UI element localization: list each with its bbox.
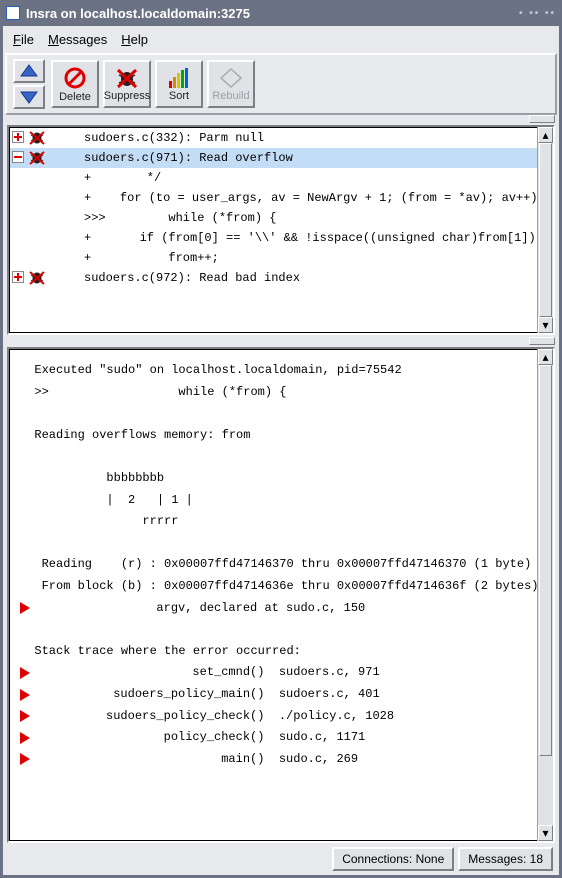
issue-text: sudoers.c(332): Parm null bbox=[84, 131, 264, 145]
messages-label: Messages: bbox=[468, 852, 526, 866]
issue-text: sudoers.c(972): Read bad index bbox=[84, 271, 300, 285]
connections-label: Connections: bbox=[342, 852, 412, 866]
bug-crossed-icon bbox=[28, 150, 46, 166]
statusbar: Connections: None Messages: 18 bbox=[5, 845, 557, 873]
bug-crossed-icon bbox=[115, 67, 139, 89]
source-line: + from++; bbox=[10, 248, 552, 268]
bug-crossed-icon bbox=[28, 270, 46, 286]
delete-button[interactable]: Delete bbox=[51, 60, 99, 108]
bug-crossed-icon bbox=[28, 130, 46, 146]
diamond-icon bbox=[219, 67, 243, 89]
issues-panel: sudoers.c(332): Parm null sudoers.c(971):… bbox=[7, 125, 555, 335]
detail-line: From block (b) : 0x00007ffd4714636e thru… bbox=[20, 576, 546, 598]
detail-line: >> while (*from) { bbox=[20, 382, 546, 404]
detail-line: sudoers_policy_main() sudoers.c, 401 bbox=[20, 684, 546, 706]
issues-scrollbar[interactable]: ▴ ▾ bbox=[537, 127, 553, 333]
nav-up-button[interactable] bbox=[13, 59, 45, 83]
detail-panel: Executed "sudo" on localhost.localdomain… bbox=[7, 347, 555, 843]
nav-down-button[interactable] bbox=[13, 85, 45, 109]
detail-line: set_cmnd() sudoers.c, 971 bbox=[20, 662, 546, 684]
window-controls[interactable]: • •• •• bbox=[519, 8, 556, 19]
arrow-down-icon bbox=[20, 90, 38, 104]
issue-text: sudoers.c(971): Read overflow bbox=[84, 151, 293, 165]
issue-row[interactable]: sudoers.c(971): Read overflow bbox=[10, 148, 552, 168]
scroll-down-icon[interactable]: ▾ bbox=[538, 825, 553, 841]
expand-icon[interactable] bbox=[12, 151, 26, 165]
source-line: + */ bbox=[10, 168, 552, 188]
messages-value: 18 bbox=[530, 852, 543, 866]
menubar: File Messages Help bbox=[5, 28, 557, 53]
expand-icon[interactable] bbox=[12, 271, 26, 285]
bars-icon bbox=[167, 67, 191, 89]
app-icon bbox=[6, 6, 20, 20]
expand-triangle-icon[interactable] bbox=[20, 710, 30, 722]
scroll-down-icon[interactable]: ▾ bbox=[538, 317, 553, 333]
detail-line: main() sudo.c, 269 bbox=[20, 749, 546, 771]
sort-label: Sort bbox=[169, 90, 189, 102]
suppress-label: Suppress bbox=[104, 90, 150, 102]
panel-handle-upper[interactable] bbox=[529, 115, 555, 123]
menu-file[interactable]: File bbox=[13, 32, 34, 47]
scroll-up-icon[interactable]: ▴ bbox=[538, 127, 553, 143]
detail-line bbox=[20, 619, 546, 641]
detail-line: sudoers_policy_check() ./policy.c, 1028 bbox=[20, 706, 546, 728]
detail-line: bbbbbbbb bbox=[20, 468, 546, 490]
status-connections: Connections: None bbox=[332, 847, 454, 871]
status-messages: Messages: 18 bbox=[458, 847, 553, 871]
rebuild-label: Rebuild bbox=[212, 90, 249, 102]
toolbar: Delete Suppress Sort Rebuild bbox=[5, 53, 557, 115]
expand-triangle-icon[interactable] bbox=[20, 753, 30, 765]
detail-line bbox=[20, 446, 546, 468]
source-line: + if (from[0] == '\\' && !isspace((unsig… bbox=[10, 228, 552, 248]
detail-line: Stack trace where the error occurred: bbox=[20, 641, 546, 663]
detail-body[interactable]: Executed "sudo" on localhost.localdomain… bbox=[9, 349, 553, 841]
source-line: + for (to = user_args, av = NewArgv + 1;… bbox=[10, 188, 552, 208]
issue-row[interactable]: sudoers.c(332): Parm null bbox=[10, 128, 552, 148]
no-entry-icon bbox=[63, 66, 87, 90]
expand-icon[interactable] bbox=[12, 131, 26, 145]
detail-scrollbar[interactable]: ▴ ▾ bbox=[537, 349, 553, 841]
suppress-button[interactable]: Suppress bbox=[103, 60, 151, 108]
scroll-up-icon[interactable]: ▴ bbox=[538, 349, 553, 365]
detail-line: Reading (r) : 0x00007ffd47146370 thru 0x… bbox=[20, 554, 546, 576]
detail-line: | 2 | 1 | bbox=[20, 490, 546, 512]
expand-triangle-icon[interactable] bbox=[20, 689, 30, 701]
expand-triangle-icon[interactable] bbox=[20, 667, 30, 679]
source-line: >>> while (*from) { bbox=[10, 208, 552, 228]
menu-messages[interactable]: Messages bbox=[48, 32, 107, 47]
arrow-up-icon bbox=[20, 64, 38, 78]
detail-line: Executed "sudo" on localhost.localdomain… bbox=[20, 360, 546, 382]
connections-value: None bbox=[416, 852, 445, 866]
detail-line: policy_check() sudo.c, 1171 bbox=[20, 727, 546, 749]
delete-label: Delete bbox=[59, 91, 91, 103]
panel-handle-lower[interactable] bbox=[529, 337, 555, 345]
expand-triangle-icon[interactable] bbox=[20, 732, 30, 744]
menu-help[interactable]: Help bbox=[121, 32, 148, 47]
rebuild-button[interactable]: Rebuild bbox=[207, 60, 255, 108]
window-title: Insra on localhost.localdomain:3275 bbox=[26, 6, 250, 21]
detail-line: argv, declared at sudo.c, 150 bbox=[20, 598, 546, 620]
issues-list[interactable]: sudoers.c(332): Parm null sudoers.c(971):… bbox=[9, 127, 553, 333]
detail-line: Reading overflows memory: from bbox=[20, 425, 546, 447]
expand-triangle-icon[interactable] bbox=[20, 602, 30, 614]
detail-line bbox=[20, 403, 546, 425]
titlebar[interactable]: Insra on localhost.localdomain:3275 • ••… bbox=[0, 0, 562, 26]
detail-line: rrrrr bbox=[20, 511, 546, 533]
detail-line bbox=[20, 533, 546, 555]
sort-button[interactable]: Sort bbox=[155, 60, 203, 108]
issue-row[interactable]: sudoers.c(972): Read bad index bbox=[10, 268, 552, 288]
